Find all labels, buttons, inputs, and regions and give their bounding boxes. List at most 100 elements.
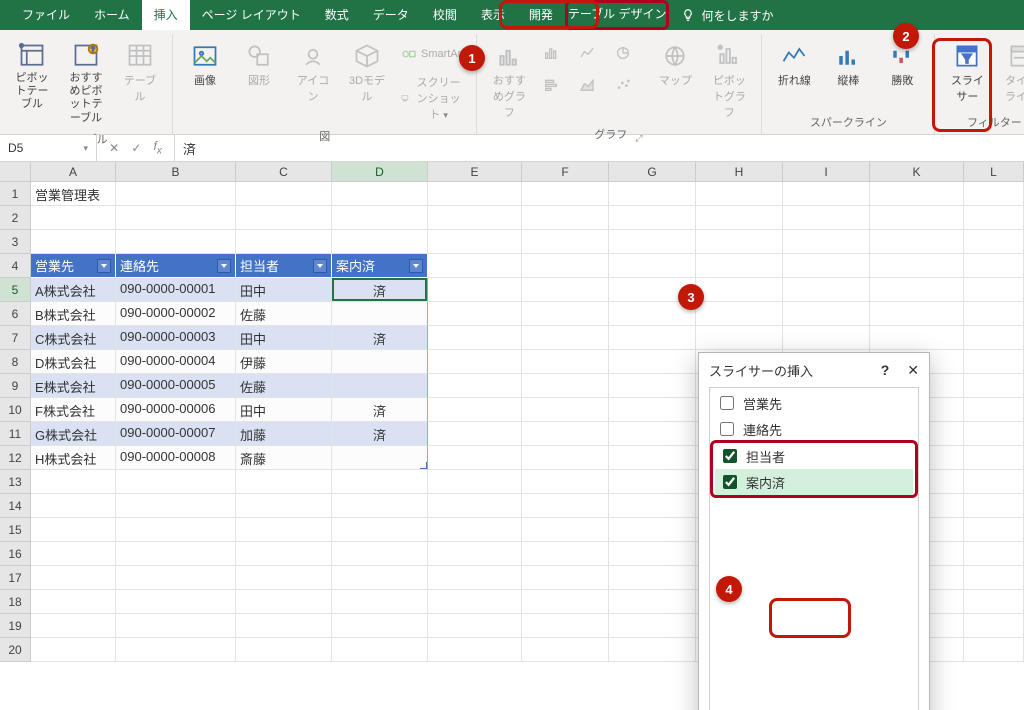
slicer-field-checkbox[interactable] [723,475,737,489]
picture-button[interactable]: 画像 [181,38,229,92]
cell-C13[interactable] [236,470,332,494]
cell-B20[interactable] [116,638,236,662]
cell-G9[interactable] [609,374,696,398]
cell-H5[interactable] [696,278,783,302]
pivot-chart-button[interactable]: ピボットグラフ [705,38,753,124]
cell-L15[interactable] [964,518,1024,542]
help-button[interactable]: ? [881,362,890,379]
cell-F11[interactable] [522,422,609,446]
cell-I4[interactable] [783,254,870,278]
cell-E12[interactable] [428,446,522,470]
cell-A1[interactable]: 営業管理表 [31,182,116,206]
cell-F16[interactable] [522,542,609,566]
cell-F19[interactable] [522,614,609,638]
table-button[interactable]: テーブル [116,38,164,108]
cell-D20[interactable] [332,638,428,662]
cell-A11[interactable]: G株式会社 [31,422,116,446]
formula-bar[interactable]: 済 [175,135,1024,161]
worksheet-grid[interactable]: ABCDEFGHIKL 1営業管理表234営業先連絡先担当者案内済5A株式会社0… [0,162,1024,710]
icons-button[interactable]: アイコン [289,38,337,108]
cell-B5[interactable]: 090-0000-00001 [116,278,236,302]
row-header-15[interactable]: 15 [0,518,31,542]
cell-E18[interactable] [428,590,522,614]
cell-L13[interactable] [964,470,1024,494]
cell-I5[interactable] [783,278,870,302]
cell-H7[interactable] [696,326,783,350]
row-header-10[interactable]: 10 [0,398,31,422]
cell-C12[interactable]: 斎藤 [236,446,332,470]
cell-L10[interactable] [964,398,1024,422]
slicer-field-担当者[interactable]: 担当者 [715,443,913,469]
cell-C7[interactable]: 田中 [236,326,332,350]
cell-C6[interactable]: 佐藤 [236,302,332,326]
cell-H2[interactable] [696,206,783,230]
cell-E14[interactable] [428,494,522,518]
cell-G19[interactable] [609,614,696,638]
row-header-2[interactable]: 2 [0,206,31,230]
cell-B9[interactable]: 090-0000-00005 [116,374,236,398]
cell-F9[interactable] [522,374,609,398]
filter-dropdown-連絡先[interactable] [217,259,231,273]
chart-bar-button[interactable] [539,38,573,68]
row-header-5[interactable]: 5 [0,278,31,302]
recommended-pivot-button[interactable]: ? おすすめピボットテーブル [62,38,110,129]
cell-F7[interactable] [522,326,609,350]
cell-K3[interactable] [870,230,964,254]
cell-G10[interactable] [609,398,696,422]
cell-F2[interactable] [522,206,609,230]
cell-D15[interactable] [332,518,428,542]
menu-tab-3[interactable]: ページ レイアウト [190,0,313,30]
cell-A8[interactable]: D株式会社 [31,350,116,374]
chart-hbar-button[interactable] [539,70,573,100]
models-button[interactable]: 3Dモデル [343,38,391,108]
cell-A2[interactable] [31,206,116,230]
column-header-A[interactable]: A [31,162,116,181]
cell-F17[interactable] [522,566,609,590]
cell-B11[interactable]: 090-0000-00007 [116,422,236,446]
cell-A16[interactable] [31,542,116,566]
row-header-6[interactable]: 6 [0,302,31,326]
cell-C18[interactable] [236,590,332,614]
column-header-D[interactable]: D [332,162,428,181]
chart-scatter-button[interactable] [611,70,645,100]
cell-E13[interactable] [428,470,522,494]
smartart-button[interactable]: SmartArt [397,42,468,66]
cell-C14[interactable] [236,494,332,518]
cell-L16[interactable] [964,542,1024,566]
filter-dropdown-案内済[interactable] [409,259,423,273]
cell-L6[interactable] [964,302,1024,326]
slicer-field-連絡先[interactable]: 連絡先 [712,416,916,442]
row-header-11[interactable]: 11 [0,422,31,446]
cell-F20[interactable] [522,638,609,662]
cell-D14[interactable] [332,494,428,518]
row-header-19[interactable]: 19 [0,614,31,638]
menu-tab-8[interactable]: 開発 [517,0,565,30]
cell-C4[interactable]: 担当者 [236,254,332,278]
screenshot-button[interactable]: スクリーンショット ▾ [397,70,468,126]
column-header-K[interactable]: K [870,162,964,181]
cell-B18[interactable] [116,590,236,614]
slicer-field-checkbox[interactable] [720,422,734,436]
cell-L20[interactable] [964,638,1024,662]
cell-I3[interactable] [783,230,870,254]
cell-F8[interactable] [522,350,609,374]
cell-K7[interactable] [870,326,964,350]
cell-K1[interactable] [870,182,964,206]
row-header-13[interactable]: 13 [0,470,31,494]
cell-G16[interactable] [609,542,696,566]
cell-G11[interactable] [609,422,696,446]
slicer-field-営業先[interactable]: 営業先 [712,390,916,416]
row-header-8[interactable]: 8 [0,350,31,374]
cell-L3[interactable] [964,230,1024,254]
cell-D10[interactable]: 済 [332,398,428,422]
cell-C5[interactable]: 田中 [236,278,332,302]
cell-A9[interactable]: E株式会社 [31,374,116,398]
cell-F5[interactable] [522,278,609,302]
cell-E19[interactable] [428,614,522,638]
cell-F4[interactable] [522,254,609,278]
cell-G20[interactable] [609,638,696,662]
slicer-field-案内済[interactable]: 案内済 [715,469,913,495]
cell-D5[interactable]: 済 [332,278,428,302]
cell-I7[interactable] [783,326,870,350]
sparkline-column-button[interactable]: 縦棒 [824,38,872,92]
